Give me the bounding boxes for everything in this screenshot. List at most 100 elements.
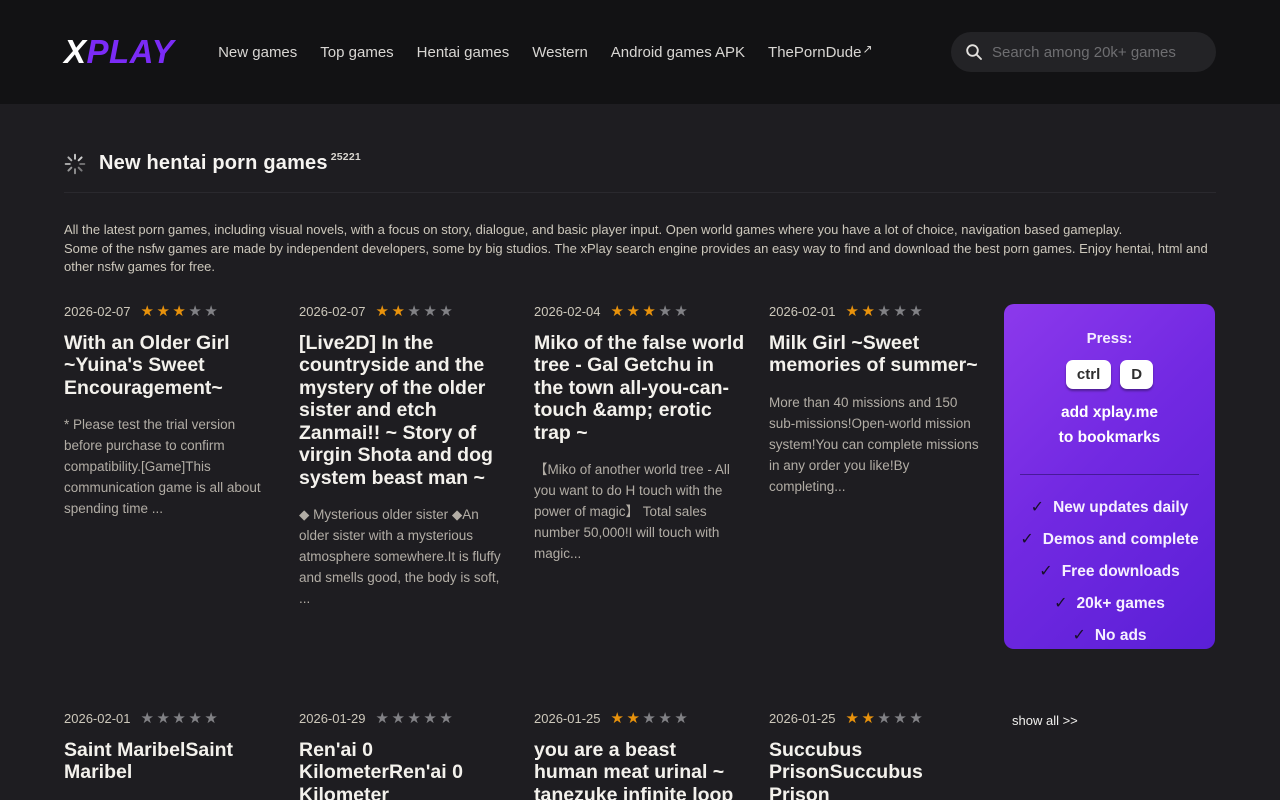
card-meta: 2026-02-07★★★★★ [64,304,275,319]
page-title-row: New hentai porn games25221 [64,104,1216,193]
star-empty-icon: ★ [674,303,690,320]
star-filled-icon: ★ [626,710,642,727]
checkmark-icon: ✓ [1072,627,1085,644]
game-card[interactable]: 2026-02-01★★★★★Milk Girl ~Sweet memories… [769,304,980,649]
star-empty-icon: ★ [376,710,392,727]
promo-feature-label: Free downloads [1062,563,1180,580]
promo-feature: ✓ Demos and complete [1018,529,1201,549]
promo-add-prefix: add [1061,404,1093,421]
star-rating: ★★★★★ [141,711,221,726]
card-meta: 2026-02-04 ★★★★★ [534,304,745,319]
show-all-link[interactable]: show all >> [1004,711,1215,800]
star-empty-icon: ★ [439,303,455,320]
logo-play: PLAY [87,33,175,70]
checkmark-icon: ✓ [1039,563,1052,580]
star-filled-icon: ★ [391,303,407,320]
promo-divider [1020,474,1199,475]
star-empty-icon: ★ [658,710,674,727]
star-filled-icon: ★ [172,303,188,320]
star-rating: ★★★★★ [611,304,691,319]
star-rating: ★★★★★ [846,304,926,319]
star-empty-icon: ★ [439,710,455,727]
xplay-link[interactable]: xplay.me [1093,404,1158,421]
bookmark-promo-card: Press:ctrlDadd xplay.meto bookmarks✓New … [1004,304,1215,649]
games-count: 25221 [331,151,361,163]
star-rating: ★★★★★ [376,711,456,726]
nav-item-theporndude[interactable]: ThePornDude↗ [768,44,872,61]
star-filled-icon: ★ [141,303,157,320]
game-card[interactable]: 2026-02-07★★★★★ With an Older Girl ~Yuina… [64,304,275,649]
site-logo[interactable]: XPLAY [64,33,174,71]
spinner-icon [64,153,86,175]
nav-item-western[interactable]: Western [532,44,588,61]
star-empty-icon: ★ [893,303,909,320]
star-rating: ★★★★★ [376,304,456,319]
star-filled-icon: ★ [156,303,172,320]
star-empty-icon: ★ [423,303,439,320]
star-empty-icon: ★ [658,303,674,320]
checkmark-icon: ✓ [1054,595,1067,612]
promo-keys: ctrlD [1018,360,1201,389]
star-empty-icon: ★ [156,710,172,727]
search-box[interactable] [951,32,1216,72]
card-meta: 2026-02-01★★★★★ [64,711,275,726]
intro-line-2: Some of the nsfw games are made by indep… [64,240,1216,277]
star-empty-icon: ★ [141,710,157,727]
card-title[interactable]: Succubus PrisonSuccubus Prison [769,739,980,800]
card-title[interactable]: Ren'ai 0 KilometerRen'ai 0 Kilometer [299,739,510,800]
search-input[interactable] [992,44,1202,61]
card-title[interactable]: you are a beast human meat urinal ~ tane… [534,739,745,800]
card-description: 【Miko of another world tree - All you wa… [534,459,745,564]
game-card[interactable]: 2026-01-25★★★★★you are a beast human mea… [534,711,745,800]
star-empty-icon: ★ [204,710,220,727]
keyboard-key-d: D [1120,360,1153,389]
star-empty-icon: ★ [188,303,204,320]
star-empty-icon: ★ [172,710,188,727]
star-empty-icon: ★ [423,710,439,727]
star-empty-icon: ★ [188,710,204,727]
promo-feature-label: 20k+ games [1077,595,1165,612]
promo-feature: ✓No ads [1018,625,1201,645]
star-rating: ★★★★★ [141,304,221,319]
checkmark-icon: ✓ [1020,531,1033,548]
card-title[interactable]: [Live2D] In the countryside and the myst… [299,332,510,490]
card-date: 2026-02-07 [299,304,366,319]
card-title[interactable]: Saint MaribelSaint Maribel [64,739,275,784]
game-card[interactable]: 2026-01-25★★★★★Succubus PrisonSuccubus P… [769,711,980,800]
main-nav: New games Top games Hentai games Western And… [218,44,872,61]
star-filled-icon: ★ [861,710,877,727]
star-empty-icon: ★ [893,710,909,727]
promo-feature-label: Demos and complete [1043,531,1199,548]
game-card[interactable]: 2026-02-07★★★★★[Live2D] In the countrysi… [299,304,510,649]
star-filled-icon: ★ [626,303,642,320]
nav-item-new-games[interactable]: New games [218,44,297,61]
star-filled-icon: ★ [846,303,862,320]
star-empty-icon: ★ [407,303,423,320]
card-title[interactable]: With an Older Girl ~Yuina's Sweet Encour… [64,332,275,400]
card-title[interactable]: Milk Girl ~Sweet memories of summer~ [769,332,980,377]
card-date: 2026-01-29 [299,711,366,726]
card-date: 2026-01-25 [534,711,601,726]
nav-item-top-games[interactable]: Top games [320,44,393,61]
game-card[interactable]: 2026-01-29 ★★★★★ Ren'ai 0 KilometerRen'ai … [299,711,510,800]
page-title: New hentai porn games25221 [99,152,361,175]
logo-x: X [64,33,87,70]
star-filled-icon: ★ [376,303,392,320]
star-empty-icon: ★ [877,303,893,320]
star-empty-icon: ★ [909,710,925,727]
promo-feature: ✓ Free downloads [1018,561,1201,581]
star-filled-icon: ★ [642,303,658,320]
game-card[interactable]: 2026-02-04 ★★★★★ Miko of the false world t… [534,304,745,649]
star-empty-icon: ★ [407,710,423,727]
nav-item-android-games-apk[interactable]: Android games APK [611,44,745,61]
star-filled-icon: ★ [611,710,627,727]
nav-item-hentai-games[interactable]: Hentai games [417,44,510,61]
card-date: 2026-02-04 [534,304,601,319]
card-date: 2026-01-25 [769,711,836,726]
game-card[interactable]: 2026-02-01★★★★★ Saint MaribelSaint Maribe… [64,711,275,800]
promo-feature-label: New updates daily [1053,499,1188,516]
star-empty-icon: ★ [642,710,658,727]
card-meta: 2026-01-25★★★★★ [769,711,980,726]
star-empty-icon: ★ [909,303,925,320]
card-title[interactable]: Miko of the false world tree - Gal Getch… [534,332,745,445]
